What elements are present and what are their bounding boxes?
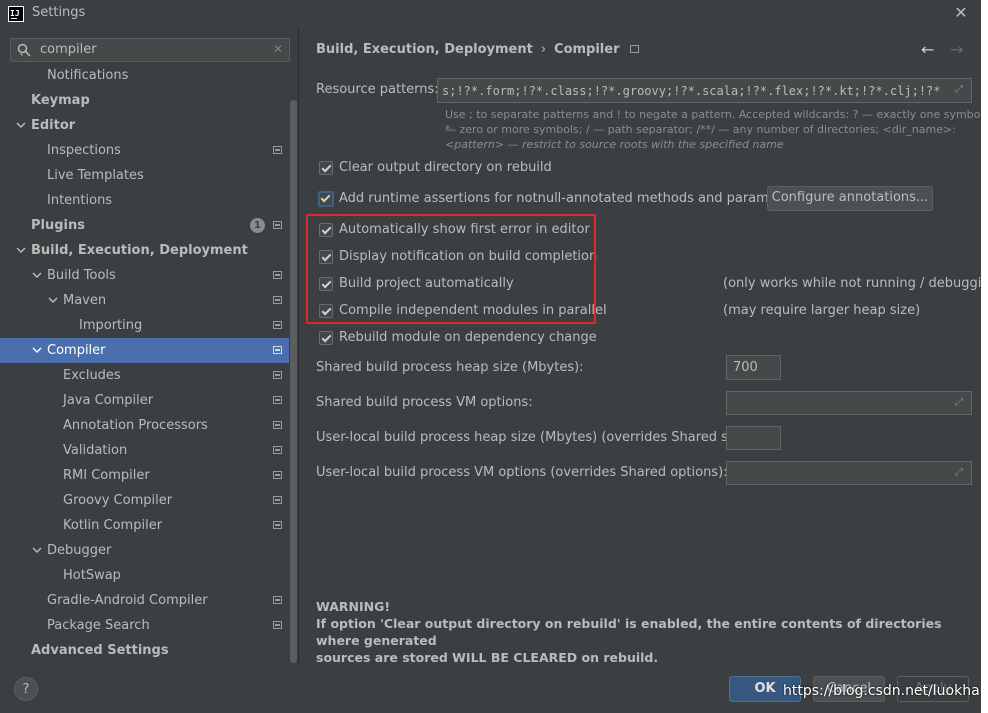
expand-icon[interactable]: ⤢	[955, 468, 965, 478]
breadcrumb-parent[interactable]: Build, Execution, Deployment	[316, 42, 533, 57]
chevron-down-icon[interactable]	[32, 345, 42, 355]
search-field[interactable]: compiler ✕	[10, 38, 290, 62]
breadcrumb-separator: ›	[540, 42, 547, 57]
chevron-down-icon[interactable]	[48, 295, 58, 305]
user-vm-label: User-local build process VM options (ove…	[316, 465, 728, 480]
background-window-edge	[981, 0, 988, 713]
shared-heap-value[interactable]: 700	[733, 360, 758, 375]
build-automatically-note: (only works while not running / debuggin…	[723, 276, 988, 291]
project-settings-icon	[273, 321, 282, 329]
resource-patterns-label: Resource patterns:	[316, 82, 439, 97]
sidebar-item-notifications[interactable]: Notifications	[0, 63, 298, 88]
sidebar-item-debugger[interactable]: Debugger	[0, 538, 298, 563]
highlight-annotation-box	[306, 214, 596, 324]
sidebar-item-live-templates[interactable]: Live Templates	[0, 163, 298, 188]
warning-text: WARNING! If option 'Clear output directo…	[316, 598, 981, 666]
clear-output-label[interactable]: Clear output directory on rebuild	[339, 160, 552, 175]
user-heap-field[interactable]	[726, 426, 781, 450]
user-heap-label: User-local build process heap size (Mbyt…	[316, 430, 756, 445]
project-settings-icon	[273, 296, 282, 304]
configure-annotations-button[interactable]: Configure annotations...	[767, 186, 933, 211]
sidebar-item-gradle-android-compiler[interactable]: Gradle-Android Compiler	[0, 588, 298, 613]
forward-arrow-icon[interactable]: →	[950, 40, 963, 59]
sidebar-item-compiler[interactable]: Compiler	[0, 338, 289, 363]
warning-line-1: If option 'Clear output directory on reb…	[316, 616, 942, 648]
shared-heap-label: Shared build process heap size (Mbytes):	[316, 360, 584, 375]
chevron-down-icon[interactable]	[32, 270, 42, 280]
add-runtime-assertions-checkbox[interactable]	[318, 191, 334, 207]
resource-patterns-value[interactable]: s;!?*.form;!?*.class;!?*.groovy;!?*.scal…	[442, 84, 942, 98]
user-vm-field[interactable]: ⤢	[726, 461, 972, 485]
project-settings-icon	[273, 421, 282, 429]
project-settings-icon	[629, 45, 639, 53]
sidebar-item-intentions[interactable]: Intentions	[0, 188, 298, 213]
back-arrow-icon[interactable]: ←	[921, 40, 934, 59]
project-settings-icon	[273, 521, 282, 529]
sidebar-item-maven[interactable]: Maven	[0, 288, 298, 313]
project-settings-icon	[273, 371, 282, 379]
sidebar-item-inspections[interactable]: Inspections	[0, 138, 298, 163]
project-settings-icon	[273, 596, 282, 604]
app-logo-icon: IJ	[8, 6, 24, 22]
project-settings-icon	[273, 221, 282, 229]
resource-patterns-hint-3: <pattern> — restrict to source roots wit…	[445, 138, 784, 151]
close-icon[interactable]: ✕	[951, 2, 971, 24]
divider	[298, 28, 299, 663]
breadcrumb-current: Compiler	[554, 42, 620, 57]
project-settings-icon	[273, 146, 282, 154]
sidebar-item-hotswap[interactable]: HotSwap	[0, 563, 298, 588]
title-bar	[0, 0, 988, 28]
sidebar-item-groovy-compiler[interactable]: Groovy Compiler	[0, 488, 298, 513]
search-icon	[17, 43, 31, 57]
project-settings-icon	[273, 471, 282, 479]
compile-parallel-note: (may require larger heap size)	[723, 303, 921, 318]
add-runtime-assertions-label[interactable]: Add runtime assertions for notnull-annot…	[339, 191, 802, 206]
sidebar-item-validation[interactable]: Validation	[0, 438, 298, 463]
chevron-down-icon[interactable]	[32, 545, 42, 555]
sidebar-scrollbar[interactable]	[290, 100, 297, 663]
sidebar-item-rmi-compiler[interactable]: RMI Compiler	[0, 463, 298, 488]
shared-vm-field[interactable]: ⤢	[726, 391, 972, 415]
expand-icon[interactable]: ⤢	[955, 398, 965, 408]
sidebar-item-advanced-settings[interactable]: Advanced Settings	[0, 638, 298, 663]
sidebar-item-plugins[interactable]: Plugins 1	[0, 213, 298, 238]
sidebar-item-kotlin-compiler[interactable]: Kotlin Compiler	[0, 513, 298, 538]
project-settings-icon	[273, 396, 282, 404]
search-input[interactable]: compiler	[40, 42, 97, 57]
sidebar-item-keymap[interactable]: Keymap	[0, 88, 298, 113]
sidebar-item-java-compiler[interactable]: Java Compiler	[0, 388, 298, 413]
help-button[interactable]: ?	[14, 677, 38, 701]
rebuild-module-checkbox[interactable]	[319, 331, 333, 345]
expand-icon[interactable]: ⤢	[955, 85, 965, 95]
project-settings-icon	[273, 621, 282, 629]
window-title: Settings	[32, 5, 86, 20]
project-settings-icon	[273, 346, 282, 354]
clear-search-icon[interactable]: ✕	[273, 42, 283, 56]
project-settings-icon	[273, 446, 282, 454]
sidebar-item-excludes[interactable]: Excludes	[0, 363, 298, 388]
chevron-down-icon[interactable]	[16, 120, 26, 130]
update-count-badge: 1	[250, 218, 265, 233]
shared-heap-field[interactable]: 700	[726, 355, 781, 380]
project-settings-icon	[273, 271, 282, 279]
rebuild-module-label[interactable]: Rebuild module on dependency change	[339, 330, 597, 345]
resource-patterns-hint-2: — zero or more symbols; / — path separat…	[445, 123, 956, 136]
sidebar-item-build-execution-deployment[interactable]: Build, Execution, Deployment	[0, 238, 298, 263]
watermark-url: https://blog.csdn.net/luokha	[783, 683, 980, 699]
shared-vm-label: Shared build process VM options:	[316, 395, 533, 410]
clear-output-checkbox[interactable]	[319, 161, 333, 175]
breadcrumb: Build, Execution, Deployment › Compiler	[316, 42, 639, 57]
sidebar-item-package-search[interactable]: Package Search	[0, 613, 298, 638]
project-settings-icon	[273, 496, 282, 504]
chevron-down-icon[interactable]	[16, 245, 26, 255]
warning-title: WARNING!	[316, 599, 391, 614]
resource-patterns-field[interactable]: s;!?*.form;!?*.class;!?*.groovy;!?*.scal…	[437, 78, 972, 103]
sidebar-item-importing[interactable]: Importing	[0, 313, 298, 338]
sidebar-item-annotation-processors[interactable]: Annotation Processors	[0, 413, 298, 438]
sidebar-item-editor[interactable]: Editor	[0, 113, 298, 138]
sidebar-item-build-tools[interactable]: Build Tools	[0, 263, 298, 288]
